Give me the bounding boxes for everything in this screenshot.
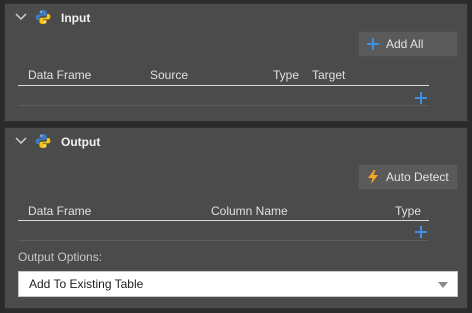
output-panel-title: Output [61, 135, 101, 149]
input-panel-header[interactable]: Input [5, 4, 467, 32]
table-bottom-divider [18, 240, 429, 241]
auto-detect-button[interactable]: Auto Detect [358, 164, 458, 190]
output-options-select[interactable]: Add To Existing Table [18, 271, 458, 297]
add-all-label: Add All [386, 37, 424, 51]
output-options-label: Output Options: [18, 250, 103, 264]
output-panel: Output Auto Detect Data Frame Column Nam… [4, 127, 468, 309]
input-panel: Input Add All Data Frame Source Type Tar… [4, 3, 468, 122]
add-row-plus-icon[interactable] [414, 225, 428, 239]
plus-icon [367, 38, 379, 50]
python-icon [35, 10, 51, 24]
output-options-value: Add To Existing Table [29, 277, 144, 291]
column-header-type[interactable]: Type [273, 68, 299, 82]
column-header-source[interactable]: Source [150, 68, 188, 82]
lightning-icon [368, 170, 378, 184]
add-row-plus-icon[interactable] [414, 91, 428, 105]
table-header-divider [18, 220, 429, 221]
python-icon [35, 134, 51, 148]
column-header-type[interactable]: Type [395, 204, 421, 218]
auto-detect-label: Auto Detect [386, 170, 449, 184]
column-header-data-frame[interactable]: Data Frame [28, 204, 91, 218]
table-bottom-divider [18, 105, 429, 106]
table-header-divider [18, 85, 429, 86]
column-header-column-name[interactable]: Column Name [211, 204, 288, 218]
caret-down-icon[interactable] [438, 282, 448, 288]
add-all-button[interactable]: Add All [358, 31, 458, 57]
column-header-data-frame[interactable]: Data Frame [28, 68, 91, 82]
input-panel-title: Input [61, 11, 91, 25]
column-header-target[interactable]: Target [312, 68, 345, 82]
chevron-down-icon[interactable] [15, 136, 27, 146]
output-panel-header[interactable]: Output [5, 128, 467, 156]
chevron-down-icon[interactable] [15, 12, 27, 22]
